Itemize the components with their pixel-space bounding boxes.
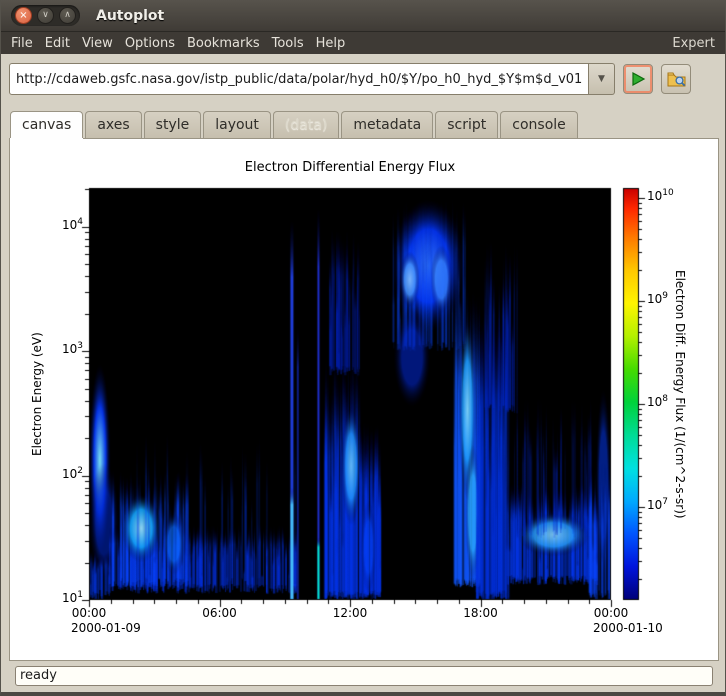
play-icon bbox=[632, 71, 646, 87]
x-date-label: 2000-01-10 bbox=[593, 621, 663, 635]
y-tick-label: 102 bbox=[61, 465, 83, 481]
expert-mode-label[interactable]: Expert bbox=[662, 35, 725, 52]
menu-help[interactable]: Help bbox=[310, 35, 352, 52]
menu-bookmarks[interactable]: Bookmarks bbox=[181, 35, 266, 52]
plot-title: Electron Differential Energy Flux bbox=[244, 160, 456, 175]
colorbar-tick-label: 1010 bbox=[647, 188, 674, 204]
menu-options[interactable]: Options bbox=[119, 35, 181, 52]
uri-combobox: ▼ bbox=[9, 63, 615, 95]
uri-input[interactable] bbox=[9, 63, 589, 95]
chevron-down-icon: ∨ bbox=[42, 10, 49, 20]
close-icon: × bbox=[19, 9, 28, 21]
statusbar: ready bbox=[1, 661, 725, 692]
tab-data[interactable]: (data) bbox=[272, 111, 340, 138]
titlebar: × ∨ ∧ Autoplot bbox=[1, 0, 725, 32]
tab-console[interactable]: console bbox=[500, 111, 578, 138]
y-axis-label: Electron Energy (eV) bbox=[30, 332, 44, 456]
tab-bar: canvas axes style layout (data) metadata… bbox=[1, 104, 725, 138]
x-tick-label: 12:00 bbox=[332, 606, 368, 620]
x-tick-label: 06:00 bbox=[202, 606, 237, 620]
canvas-panel: Electron Differential Energy Flux Electr… bbox=[9, 138, 719, 661]
colorbar-tick-label: 109 bbox=[647, 291, 669, 307]
close-button[interactable]: × bbox=[15, 7, 32, 24]
y-tick-label: 103 bbox=[61, 341, 83, 357]
menu-view[interactable]: View bbox=[76, 35, 119, 52]
dropdown-arrow-icon: ▼ bbox=[598, 74, 605, 84]
autoplot-window: × ∨ ∧ Autoplot File Edit View Options Bo… bbox=[0, 0, 726, 696]
tab-axes[interactable]: axes bbox=[85, 111, 142, 138]
x-tick-label: 00:00 bbox=[71, 606, 107, 620]
uri-dropdown-button[interactable]: ▼ bbox=[589, 63, 615, 95]
colorbar-tick-label: 107 bbox=[647, 497, 669, 513]
x-tick-label: 18:00 bbox=[463, 606, 498, 620]
menubar: File Edit View Options Bookmarks Tools H… bbox=[1, 32, 725, 54]
x-tick-label: 00:00 bbox=[593, 606, 629, 620]
menu-edit[interactable]: Edit bbox=[39, 35, 76, 52]
chevron-up-icon: ∧ bbox=[64, 10, 71, 20]
folder-search-icon bbox=[667, 72, 685, 86]
tab-script[interactable]: script bbox=[435, 111, 499, 138]
minimize-button[interactable]: ∨ bbox=[37, 7, 54, 24]
menu-file[interactable]: File bbox=[5, 35, 39, 52]
colorbar-tick-label: 108 bbox=[647, 394, 669, 410]
window-controls: × ∨ ∧ bbox=[11, 5, 80, 26]
address-row: ▼ bbox=[1, 54, 725, 104]
go-button[interactable] bbox=[623, 64, 653, 94]
colorbar-label: Electron Diff. Energy Flux (1/(cm^2-s-sr… bbox=[673, 269, 687, 519]
y-tick-label: 104 bbox=[61, 216, 83, 232]
browse-button[interactable] bbox=[661, 64, 691, 94]
x-date-label: 2000-01-09 bbox=[71, 621, 141, 635]
window-title: Autoplot bbox=[96, 7, 165, 24]
tab-style[interactable]: style bbox=[143, 111, 202, 138]
tab-canvas[interactable]: canvas bbox=[10, 111, 84, 138]
y-tick-label: 101 bbox=[61, 590, 83, 605]
status-message: ready bbox=[15, 666, 713, 686]
tab-layout[interactable]: layout bbox=[203, 111, 271, 138]
menu-tools[interactable]: Tools bbox=[266, 35, 310, 52]
tab-metadata[interactable]: metadata bbox=[341, 111, 434, 138]
plot-canvas[interactable] bbox=[10, 139, 718, 660]
maximize-button[interactable]: ∧ bbox=[59, 7, 76, 24]
